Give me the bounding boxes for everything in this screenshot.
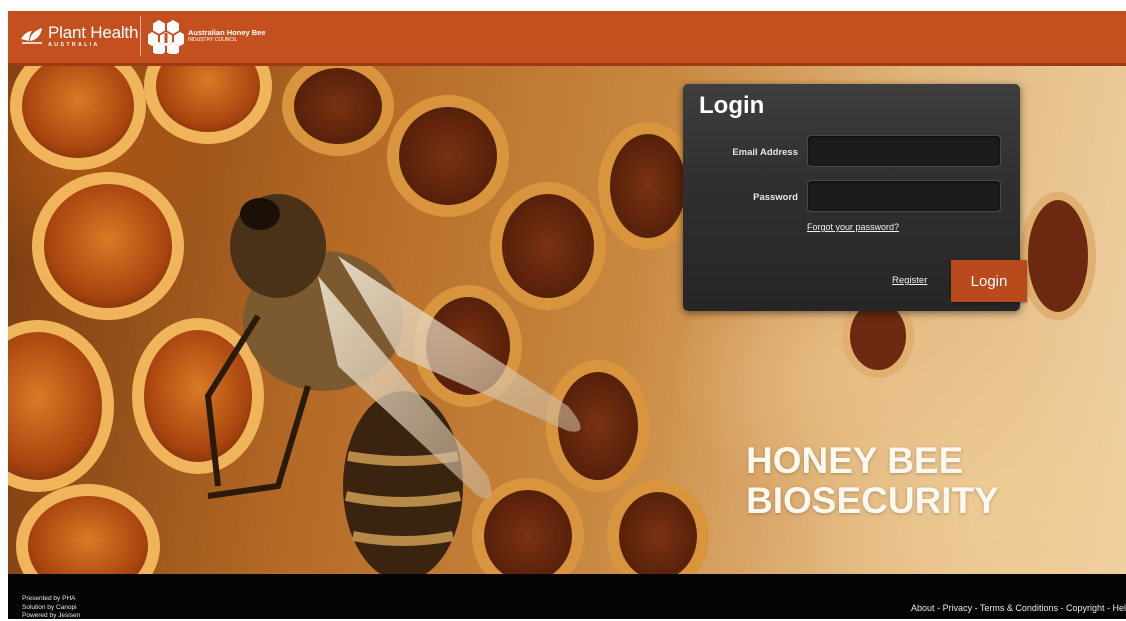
footer-link-terms[interactable]: Terms & Conditions	[980, 603, 1058, 613]
password-field[interactable]	[807, 180, 1001, 212]
forgot-password-link[interactable]: Forgot your password?	[807, 222, 899, 232]
site-header: Plant Health AUSTRALIA Australian Honey …	[8, 11, 1126, 66]
ahbic-logo-title: Australian Honey Bee	[188, 28, 266, 38]
email-label: Email Address	[732, 147, 798, 158]
plant-health-leaf-icon	[21, 28, 42, 44]
footer-separator: -	[934, 603, 943, 613]
hero-title-line-2: BIOSECURITY	[746, 480, 999, 521]
logo-divider	[140, 16, 141, 56]
pha-logo-subtitle: AUSTRALIA	[48, 41, 100, 48]
login-panel: Login Email Address Password Forgot your…	[683, 84, 1027, 311]
email-field[interactable]	[807, 135, 1001, 167]
footer-separator: -	[972, 603, 980, 613]
footer-link-copyright[interactable]: Copyright	[1066, 603, 1105, 613]
footer-credit-powered: Powered by Jesisen	[22, 612, 81, 619]
ahbic-logo[interactable]: Australian Honey Bee INDUSTRY COUNCIL	[148, 18, 266, 54]
footer-link-help[interactable]: Hel	[1112, 603, 1126, 613]
login-button[interactable]: Login	[951, 260, 1027, 302]
footer-link-about[interactable]: About	[911, 603, 935, 613]
pha-logo-title: Plant Health	[48, 22, 139, 42]
footer-credit-presented: Presented by PHA	[22, 595, 76, 602]
footer-separator: -	[1057, 603, 1066, 613]
register-link[interactable]: Register	[892, 275, 927, 286]
plant-health-australia-logo[interactable]: Plant Health AUSTRALIA	[20, 21, 138, 51]
footer-credits: Presented by PHA Solution by Canopi Powe…	[22, 595, 80, 621]
footer-links: About - Privacy - Terms & Conditions - C…	[911, 603, 1126, 613]
ahbic-logo-subtitle: INDUSTRY COUNCIL	[188, 36, 238, 43]
footer-credit-solution: Solution by Canopi	[22, 603, 77, 611]
honeycomb-logo-icon	[148, 20, 184, 54]
login-heading: Login	[699, 92, 765, 119]
password-label: Password	[753, 192, 798, 203]
site-footer: Presented by PHA Solution by Canopi Powe…	[8, 574, 1126, 619]
hero-title-line-1: HONEY BEE	[746, 440, 964, 481]
footer-link-privacy[interactable]: Privacy	[943, 603, 973, 613]
hero-title: HONEY BEE BIOSECURITY	[746, 441, 999, 521]
